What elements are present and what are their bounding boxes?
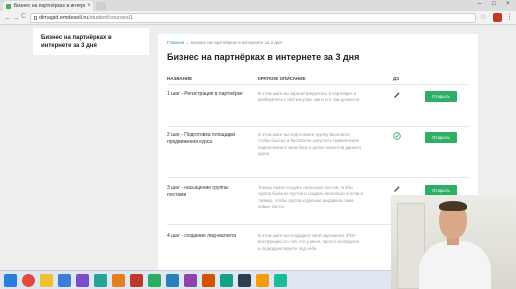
app-icon[interactable] <box>256 274 269 287</box>
tab-close-icon[interactable]: × <box>85 3 93 9</box>
breadcrumb-current: Бизнес на партнёрках в интернете за 3 дн… <box>191 40 282 45</box>
media-icon[interactable] <box>76 274 89 287</box>
app-icon[interactable] <box>238 274 251 287</box>
pencil-icon <box>394 186 400 192</box>
browser-tab[interactable]: Бизнес на партнёрках в интерн × <box>3 1 93 11</box>
tab-title: Бизнес на партнёрках в интерн <box>14 3 85 9</box>
browser-tab-strip: Бизнес на партнёрках в интерн × – □ × <box>0 0 516 11</box>
pencil-icon <box>394 92 400 98</box>
lesson-description: В этом шаге вы создадите свой лид-магнит… <box>258 233 360 251</box>
lesson-description: В этом шаге вы подготовите группу Вконта… <box>258 132 362 157</box>
browser-toolbar: ← → C dimagid.emdesell.ru/student/course… <box>0 11 516 25</box>
lesson-name[interactable]: 4 шаг - создание лид-магнита <box>167 233 249 240</box>
column-header-homework: ДЗ <box>393 76 400 81</box>
browser-menu-button[interactable]: ⋮ <box>506 13 513 21</box>
webcam-overlay <box>391 195 516 289</box>
reload-button[interactable]: C <box>21 13 26 20</box>
open-lesson-button[interactable]: Открыть <box>425 91 457 102</box>
column-header-description: КРАТКОЕ ОПИСАНИЕ <box>258 76 306 81</box>
app-icon[interactable] <box>130 274 143 287</box>
table-divider <box>167 84 469 85</box>
app-icon[interactable] <box>148 274 161 287</box>
app-icon[interactable] <box>166 274 179 287</box>
app-icon[interactable] <box>112 274 125 287</box>
site-favicon-icon <box>6 3 11 9</box>
app-icon[interactable] <box>202 274 215 287</box>
table-divider <box>167 126 469 127</box>
lesson-description: Теперь нужно создать несколько постов, ч… <box>258 185 363 210</box>
info-icon[interactable] <box>34 16 37 20</box>
breadcrumb: Главная → Бизнес на партнёрках в интерне… <box>167 40 469 45</box>
windows-start-icon[interactable] <box>4 274 17 287</box>
app-icon[interactable] <box>274 274 287 287</box>
presenter-hair <box>439 201 467 211</box>
forward-button[interactable]: → <box>12 13 20 22</box>
bookmark-star-icon[interactable]: ☆ <box>480 13 486 21</box>
back-button[interactable]: ← <box>4 13 12 22</box>
table-divider <box>167 177 469 178</box>
browser-icon[interactable] <box>94 274 107 287</box>
check-circle-icon <box>393 132 401 140</box>
extension-icon[interactable] <box>493 13 502 22</box>
sidebar-course-card[interactable]: Бизнес на партнёрках в интернете за 3 дн… <box>33 28 149 55</box>
address-bar[interactable]: dimagid.emdesell.ru/student/courses/1 <box>30 13 476 23</box>
url-host: dimagid.emdesell.ru <box>39 15 89 21</box>
lesson-name[interactable]: 2 шаг - Подготовка площадки продвижения … <box>167 132 249 146</box>
lesson-name[interactable]: 3 шаг - насыщение группы постами <box>167 185 249 199</box>
sidebar-course-name: Бизнес на партнёрках в интернете за 3 дн… <box>41 35 112 49</box>
app-icon[interactable] <box>184 274 197 287</box>
column-header-name: НАЗВАНИЕ <box>167 76 193 81</box>
presenter-body <box>419 241 491 289</box>
lesson-name[interactable]: 1 шаг - Регистрация в партнёрке <box>167 91 249 98</box>
window-minimize-button[interactable]: – <box>478 1 481 7</box>
page-title: Бизнес на партнёрках в интернете за 3 дн… <box>167 52 360 62</box>
app-icon[interactable] <box>220 274 233 287</box>
new-tab-button[interactable] <box>96 2 106 10</box>
chrome-icon[interactable] <box>22 274 35 287</box>
url-path: /student/courses/1 <box>88 15 134 21</box>
window-close-button[interactable]: × <box>506 1 510 7</box>
window-maximize-button[interactable]: □ <box>492 1 496 7</box>
folder-icon[interactable] <box>40 274 53 287</box>
open-lesson-button[interactable]: Открыть <box>425 132 457 143</box>
lesson-description: В этом шаге вы зарегистрируетесь в партн… <box>258 91 361 103</box>
mail-icon[interactable] <box>58 274 71 287</box>
breadcrumb-home-link[interactable]: Главная <box>167 40 184 45</box>
